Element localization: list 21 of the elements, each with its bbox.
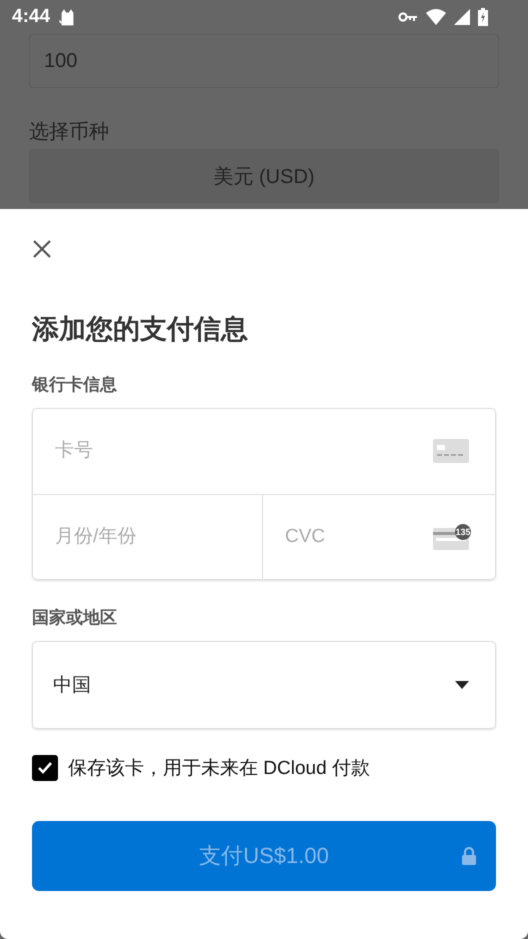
expiry-field[interactable]: 月份/年份 [33,494,263,579]
signal-icon [454,9,470,25]
amount-field: 100 [29,34,499,88]
card-number-field[interactable]: 卡号 [33,440,433,462]
section-label: 银行卡信息 [32,374,118,396]
cvc-field[interactable]: CVC [263,526,433,548]
save-card-label: 保存该卡，用于未来在 DCloud 付款 [68,757,370,781]
close-icon[interactable] [32,239,52,259]
country-select[interactable]: 中国 [32,641,496,729]
country-label: 国家或地区 [32,607,118,629]
status-time: 4:44 [12,6,50,28]
cat-icon [58,8,76,26]
lock-icon [462,847,476,865]
dropdown-icon [455,681,469,689]
wifi-icon [426,9,446,25]
sheet-title: 添加您的支付信息 [32,313,249,346]
card-icon [433,439,469,464]
save-card-checkbox[interactable] [32,755,58,781]
currency-label: 选择币种 [29,120,110,145]
key-icon [398,11,418,23]
battery-icon [478,8,488,26]
